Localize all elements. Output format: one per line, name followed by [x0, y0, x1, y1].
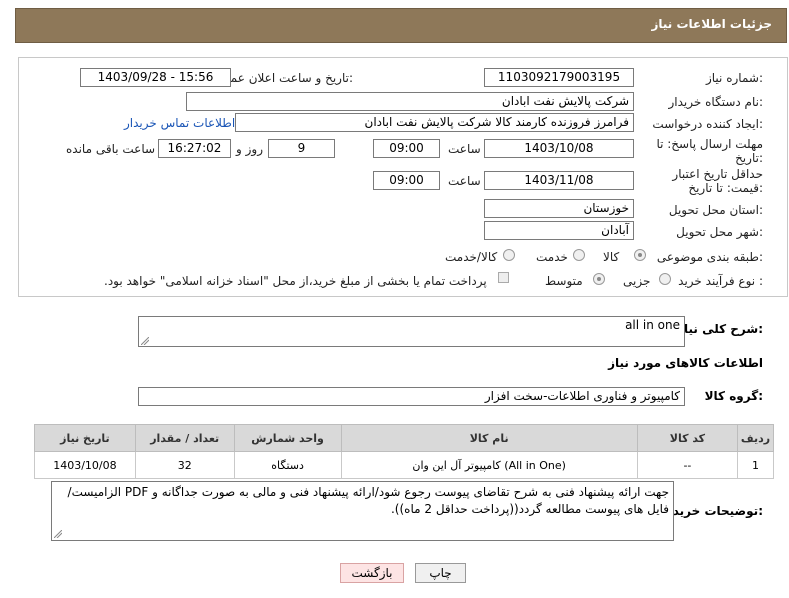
need-number-label: شماره نیاز: — [705, 71, 763, 85]
header-quantity: تعداد / مقدار — [134, 424, 235, 452]
category-option-goods: کالا — [603, 250, 620, 264]
remaining-time-field[interactable]: 16:27:02 — [158, 139, 231, 158]
need-number-field[interactable]: 1103092179003195 — [484, 68, 634, 87]
province-label: استان محل تحویل: — [668, 203, 763, 217]
announce-datetime-field[interactable]: 1403/09/28 - 15:56 — [80, 68, 231, 87]
notes-resize-grip-icon[interactable] — [54, 530, 62, 538]
cell-need-date: 1403/10/08 — [34, 451, 136, 479]
buyer-notes-field[interactable]: جهت ارائه پیشنهاد فنی به شرح تقاضای پیوس… — [51, 481, 674, 541]
header-goods-name: نام کالا — [340, 424, 638, 452]
goods-group-label: گروه کالا: — [704, 389, 763, 403]
cell-row-number: 1 — [737, 451, 774, 479]
header-goods-code: کد کالا — [636, 424, 739, 452]
city-field[interactable]: آبادان — [484, 221, 634, 240]
back-button[interactable]: بازگشت — [340, 563, 404, 583]
reply-time-label: ساعت — [448, 142, 481, 156]
cell-quantity: 32 — [134, 451, 235, 479]
process-radio-minor[interactable] — [659, 273, 671, 285]
process-option-minor: جزیی — [623, 274, 651, 288]
price-time-label: ساعت — [448, 174, 481, 188]
page-title: جزئیات اطلاعات نیاز — [651, 17, 772, 31]
price-validity-label: حداقل تاریخ اعتبار قیمت: تا تاریخ: — [672, 167, 763, 195]
city-label: شهر محل تحویل: — [676, 225, 763, 239]
header-unit: واحد شمارش — [233, 424, 342, 452]
header-need-date: تاریخ نیاز — [34, 424, 136, 452]
remaining-time-label: ساعت باقی مانده — [66, 142, 156, 156]
page-header: جزئیات اطلاعات نیاز — [15, 8, 787, 43]
process-radio-medium[interactable] — [593, 273, 605, 285]
reply-time-field[interactable]: 09:00 — [373, 139, 440, 158]
category-radio-goods-service[interactable] — [503, 249, 515, 261]
buyer-notes-label: توضیحات خریدار: — [661, 504, 763, 518]
resize-grip-icon[interactable] — [141, 337, 149, 345]
goods-group-field[interactable]: کامپیوتر و فناوری اطلاعات-سخت افزار — [138, 387, 685, 406]
days-remaining-field[interactable]: 9 — [268, 139, 335, 158]
reply-deadline-label: مهلت ارسال پاسخ: تا تاریخ: — [656, 137, 763, 165]
cell-goods-name: کامپیوتر آل این وان (All in One) — [340, 451, 638, 479]
process-option-medium: متوسط — [545, 274, 583, 288]
header-row-number: ردیف — [737, 424, 774, 452]
goods-table: تاریخ نیاز تعداد / مقدار واحد شمارش نام … — [34, 424, 774, 479]
print-button[interactable]: چاپ — [415, 563, 466, 583]
price-validity-date-field[interactable]: 1403/11/08 — [484, 171, 634, 190]
province-field[interactable]: خوزستان — [484, 199, 634, 218]
buyer-org-label: نام دستگاه خریدار: — [668, 95, 764, 109]
process-label: نوع فرآیند خرید : — [678, 274, 763, 288]
buyer-org-field[interactable]: شرکت پالایش نفت ابادان — [186, 92, 634, 111]
category-radio-service[interactable] — [573, 249, 585, 261]
cell-unit: دستگاه — [233, 451, 342, 479]
buyer-contact-link[interactable]: اطلاعات تماس خریدار — [124, 116, 235, 130]
category-label: طبقه بندی موضوعی: — [656, 250, 763, 264]
category-option-goods-service: کالا/خدمت — [445, 250, 498, 264]
cell-goods-code: -- — [636, 451, 739, 479]
category-radio-goods[interactable] — [634, 249, 646, 261]
price-validity-time-field[interactable]: 09:00 — [373, 171, 440, 190]
treasury-payment-checkbox[interactable] — [498, 272, 509, 283]
creator-field[interactable]: فرامرز فروزنده کارمند کالا شرکت پالایش ن… — [235, 113, 634, 132]
creator-label: ایجاد کننده درخواست: — [652, 117, 763, 131]
days-label: روز و — [236, 142, 263, 156]
summary-label: شرح کلی نیاز: — [677, 322, 763, 336]
category-option-service: خدمت — [536, 250, 568, 264]
goods-section-title: اطلاعات کالاهای مورد نیاز — [608, 356, 763, 370]
reply-date-field[interactable]: 1403/10/08 — [484, 139, 634, 158]
goods-table-header: تاریخ نیاز تعداد / مقدار واحد شمارش نام … — [34, 424, 774, 452]
summary-field[interactable]: all in one — [138, 316, 685, 347]
table-row[interactable]: 1403/10/08 32 دستگاه کامپیوتر آل این وان… — [34, 451, 774, 479]
treasury-payment-note: پرداخت تمام یا بخشی از مبلغ خرید،از محل … — [104, 274, 487, 288]
